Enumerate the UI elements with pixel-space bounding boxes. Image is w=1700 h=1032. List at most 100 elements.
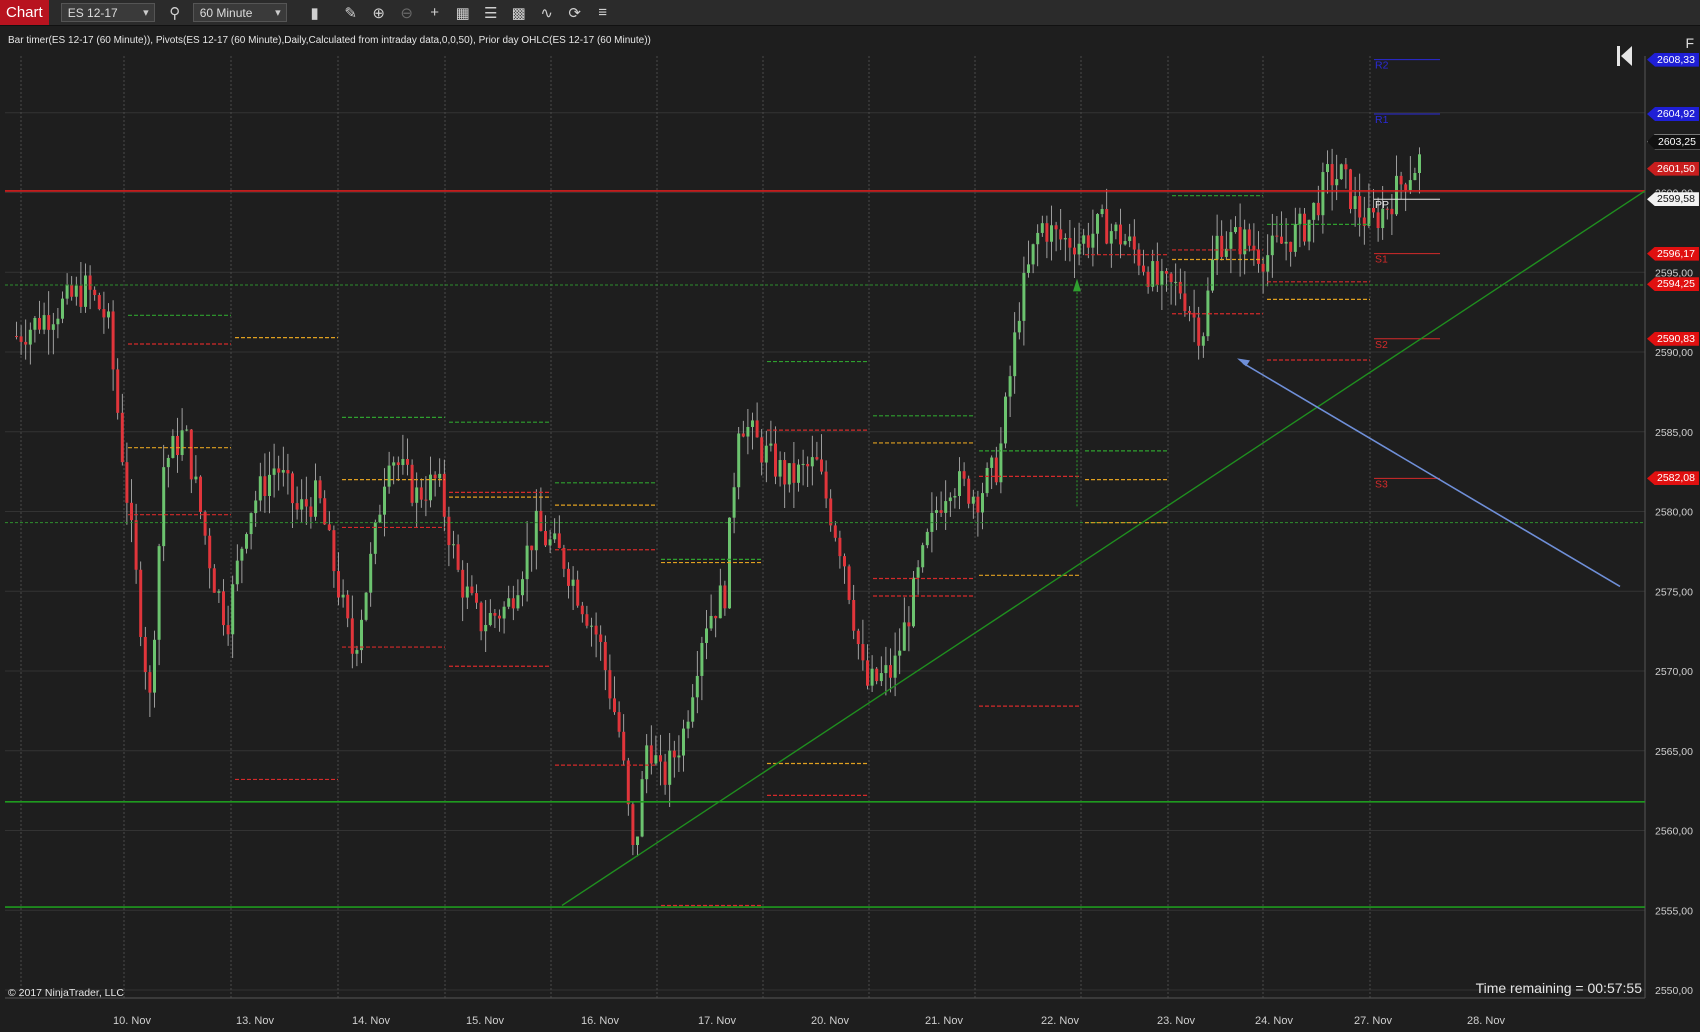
candle-body bbox=[1229, 232, 1233, 249]
y-tick-label: 2555,00 bbox=[1655, 905, 1693, 917]
candle-body bbox=[493, 612, 497, 616]
candle-body bbox=[1261, 263, 1265, 272]
candle-body bbox=[741, 433, 745, 437]
properties-icon[interactable]: ☰ bbox=[479, 3, 503, 23]
candle-body bbox=[548, 539, 552, 546]
candle-body bbox=[976, 496, 980, 513]
candle-body bbox=[590, 625, 593, 627]
candle-body bbox=[383, 486, 386, 515]
candle-body bbox=[668, 750, 672, 785]
candle-body bbox=[981, 493, 984, 513]
y-tick-label: 2565,00 bbox=[1655, 746, 1693, 758]
candle-body bbox=[1266, 255, 1270, 272]
candle-body bbox=[240, 548, 244, 561]
pivot-label: S2 bbox=[1375, 339, 1388, 351]
candle-body bbox=[314, 480, 317, 517]
candle-body bbox=[912, 577, 915, 627]
crosshair-icon[interactable]: + bbox=[423, 3, 447, 23]
candle-body bbox=[838, 537, 842, 557]
candle-body bbox=[1243, 229, 1247, 255]
candle-body bbox=[585, 614, 589, 626]
candle-body bbox=[525, 545, 529, 580]
candle-body bbox=[1160, 271, 1164, 286]
candle-body bbox=[530, 545, 534, 551]
candle-body bbox=[1068, 238, 1072, 248]
candle-body bbox=[277, 468, 281, 473]
candle-body bbox=[74, 285, 78, 297]
candle-body bbox=[1063, 238, 1067, 240]
candle-body bbox=[907, 622, 911, 627]
candle-body bbox=[507, 598, 511, 607]
candle-body bbox=[300, 499, 304, 510]
candle-body bbox=[125, 462, 129, 503]
candle-body bbox=[861, 644, 865, 661]
candle-body bbox=[401, 459, 405, 466]
bars-type-icon[interactable]: ▮ bbox=[303, 3, 327, 23]
candle-body bbox=[1031, 244, 1035, 265]
candle-body bbox=[723, 585, 727, 609]
data-box-icon[interactable]: ▦ bbox=[451, 3, 475, 23]
pencil-draw-icon[interactable]: ✎ bbox=[339, 3, 363, 23]
candle-body bbox=[1188, 311, 1191, 313]
search-icon[interactable]: ⚲ bbox=[163, 3, 187, 23]
price-chart[interactable]: 2550,00 2555,00 2560,00 2565,00 2570,00 2575,… bbox=[0, 26, 1700, 1032]
candle-body bbox=[1367, 207, 1371, 226]
zoom-out-icon[interactable]: ⊖ bbox=[395, 3, 419, 23]
x-tick-label: 10. Nov bbox=[113, 1015, 151, 1027]
candle-body bbox=[1201, 336, 1205, 346]
y-tick-label: 2580,00 bbox=[1655, 507, 1693, 519]
x-tick-label: 28. Nov bbox=[1467, 1015, 1505, 1027]
candle-body bbox=[212, 568, 216, 593]
candle-body bbox=[539, 510, 543, 532]
zoom-in-icon[interactable]: ⊕ bbox=[367, 3, 391, 23]
candle-body bbox=[1013, 332, 1017, 377]
strategies-icon[interactable]: ∿ bbox=[535, 3, 559, 23]
candle-body bbox=[116, 369, 120, 413]
candle-body bbox=[1169, 273, 1173, 283]
candle-body bbox=[254, 500, 258, 514]
y-tick-label: 2570,00 bbox=[1655, 666, 1693, 678]
candle-body bbox=[1303, 213, 1306, 242]
time-remaining: Time remaining = 00:57:55 bbox=[1475, 980, 1642, 996]
candle-body bbox=[1073, 247, 1076, 255]
candle-body bbox=[718, 585, 722, 619]
reload-icon[interactable]: ⟳ bbox=[563, 3, 587, 23]
candle-body bbox=[130, 502, 133, 521]
candle-body bbox=[783, 460, 787, 485]
y-tick-label: 2550,00 bbox=[1655, 985, 1693, 997]
candle-body bbox=[994, 457, 998, 483]
y-tick-label: 2585,00 bbox=[1655, 427, 1693, 439]
candle-body bbox=[350, 618, 354, 654]
pivot-label: S1 bbox=[1375, 254, 1388, 266]
candle-body bbox=[1395, 175, 1398, 215]
candle-body bbox=[1390, 208, 1394, 215]
candle-body bbox=[143, 636, 147, 673]
candle-body bbox=[217, 591, 221, 593]
candle-body bbox=[465, 586, 469, 598]
candle-body bbox=[659, 755, 662, 762]
interval-select[interactable]: 60 Minute ▾ bbox=[192, 3, 287, 22]
x-tick-label: 20. Nov bbox=[811, 1015, 849, 1027]
candle-body bbox=[1358, 196, 1362, 218]
scroll-end-icon bbox=[1617, 46, 1620, 66]
candle-body bbox=[346, 594, 350, 619]
candle-body bbox=[870, 668, 874, 686]
candle-body bbox=[148, 672, 152, 693]
candle-body bbox=[15, 336, 18, 338]
instrument-select[interactable]: ES 12-17 ▾ bbox=[60, 3, 155, 22]
candle-body bbox=[1050, 225, 1053, 242]
candle-body bbox=[663, 761, 667, 785]
candle-body bbox=[636, 836, 639, 846]
candle-body bbox=[714, 615, 718, 619]
candle-body bbox=[852, 599, 856, 631]
chart-toolbar: Chart ES 12-17 ▾ ⚲ 60 Minute ▾ ▮ ✎ ⊕ ⊖ +… bbox=[0, 0, 1700, 26]
list-icon[interactable]: ≡ bbox=[591, 3, 615, 23]
templates-icon[interactable]: ▩ bbox=[507, 3, 531, 23]
candle-body bbox=[51, 324, 55, 330]
candle-body bbox=[1381, 208, 1385, 229]
candle-body bbox=[475, 593, 478, 603]
candle-body bbox=[613, 698, 616, 713]
chart-tab[interactable]: Chart bbox=[0, 0, 49, 25]
candle-body bbox=[1247, 229, 1251, 246]
x-tick-label: 13. Nov bbox=[236, 1015, 274, 1027]
